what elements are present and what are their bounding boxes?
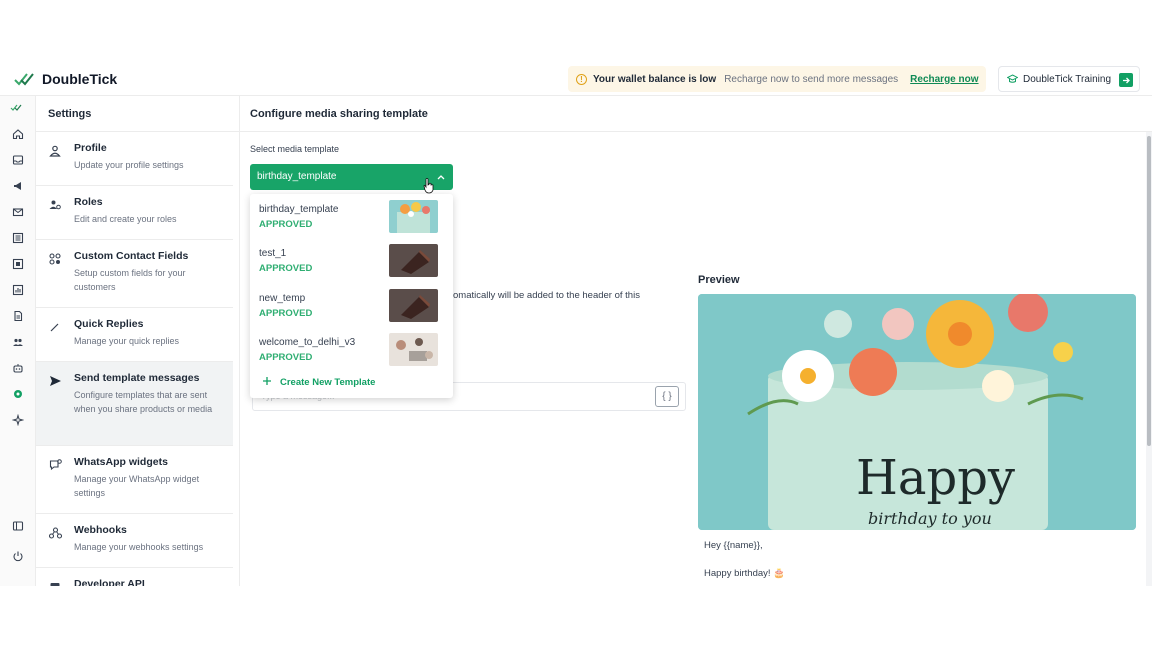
- settings-item-label: WhatsApp widgets: [74, 456, 168, 468]
- person-icon: [48, 144, 62, 158]
- template-option-birthday-template[interactable]: birthday_template APPROVED: [250, 194, 453, 238]
- settings-item-webhooks[interactable]: Webhooks Manage your webhooks settings: [36, 514, 233, 568]
- qr-icon[interactable]: [10, 256, 26, 272]
- preview-image-birthday-card: Happy birthday to you: [698, 294, 1136, 530]
- template-option-status: APPROVED: [259, 352, 313, 363]
- settings-item-desc: Configure templates that are sent when y…: [74, 390, 213, 414]
- settings-item-label: Roles: [74, 196, 103, 208]
- wallet-message: Recharge now to send more messages: [724, 73, 899, 85]
- team-icon[interactable]: [10, 334, 26, 350]
- brand-name: DoubleTick: [42, 71, 118, 87]
- settings-item-label: Profile: [74, 142, 107, 154]
- template-option-name: welcome_to_delhi_v3: [259, 337, 356, 348]
- training-button[interactable]: DoubleTick Training: [998, 66, 1140, 92]
- settings-title: Settings: [36, 96, 239, 132]
- plus-icon: [262, 376, 272, 389]
- template-option-name: new_temp: [259, 293, 306, 304]
- send-icon: [48, 374, 62, 388]
- wallet-banner: ! Your wallet balance is low Recharge no…: [568, 66, 986, 92]
- template-option-name: birthday_template: [259, 204, 339, 215]
- settings-item-desc: Update your profile settings: [74, 160, 184, 170]
- scrollbar-thumb[interactable]: [1147, 136, 1151, 446]
- template-thumbnail-cake: [389, 244, 438, 277]
- create-new-template-label: Create New Template: [280, 377, 376, 388]
- settings-item-custom-contact-fields[interactable]: Custom Contact Fields Setup custom field…: [36, 240, 233, 308]
- app-window: DoubleTick ! Your wallet balance is low …: [0, 62, 1152, 586]
- settings-item-desc: Manage your quick replies: [74, 336, 180, 346]
- template-thumbnail-cake: [389, 289, 438, 322]
- template-thumbnail-delhi: [389, 333, 438, 366]
- template-option-status: APPROVED: [259, 308, 313, 319]
- settings-item-desc: Manage your webhooks settings: [74, 542, 204, 552]
- selected-template-value: birthday_template: [257, 171, 337, 182]
- create-new-template-button[interactable]: Create New Template: [262, 376, 375, 389]
- template-option-test-1[interactable]: test_1 APPROVED: [250, 238, 453, 282]
- graduation-cap-icon: [1007, 74, 1018, 84]
- settings-item-whatsapp-widgets[interactable]: WhatsApp widgets Manage your WhatsApp wi…: [36, 446, 233, 514]
- api-icon: [48, 580, 62, 586]
- insert-variable-button[interactable]: { }: [655, 386, 679, 407]
- template-option-status: APPROVED: [259, 263, 313, 274]
- settings-item-desc: Setup custom fields for your customers: [74, 268, 186, 292]
- training-label: DoubleTick Training: [1023, 73, 1112, 85]
- home-icon[interactable]: [10, 126, 26, 142]
- settings-sidebar: Settings Profile Update your profile set…: [36, 96, 240, 586]
- chevron-up-icon: [437, 172, 445, 183]
- custom-fields-icon: [48, 252, 62, 266]
- settings-item-desc: Edit and create your roles: [74, 214, 177, 224]
- recharge-now-link[interactable]: Recharge now: [910, 74, 978, 85]
- select-template-label: Select media template: [250, 144, 340, 154]
- megaphone-icon[interactable]: [10, 178, 26, 194]
- settings-item-label: Developer API: [74, 578, 145, 586]
- catalog-icon[interactable]: [10, 230, 26, 246]
- template-option-name: test_1: [259, 248, 287, 259]
- power-icon[interactable]: [10, 548, 26, 564]
- integrations-icon[interactable]: [10, 412, 26, 428]
- template-option-new-temp[interactable]: new_temp APPROVED: [250, 283, 453, 327]
- main-panel: Configure media sharing template Select …: [240, 96, 1152, 586]
- settings-item-desc: Manage your WhatsApp widget settings: [74, 474, 200, 498]
- wallet-title: Your wallet balance is low: [593, 73, 717, 85]
- inbox-icon[interactable]: [10, 152, 26, 168]
- settings-item-label: Send template messages: [74, 372, 200, 384]
- doubletick-logo-icon: [14, 69, 34, 89]
- top-header: DoubleTick ! Your wallet balance is low …: [0, 62, 1152, 96]
- bot-icon[interactable]: [10, 360, 26, 376]
- warning-icon: !: [576, 73, 587, 85]
- preview-image-happy-text: Happy: [856, 450, 1015, 506]
- settings-item-quick-replies[interactable]: Quick Replies Manage your quick replies: [36, 308, 233, 362]
- settings-item-developer-api[interactable]: Developer API: [36, 568, 233, 586]
- mini-logo-icon: [8, 104, 28, 114]
- settings-item-roles[interactable]: Roles Edit and create your roles: [36, 186, 233, 240]
- roles-icon: [48, 198, 62, 212]
- collapse-icon[interactable]: [10, 518, 26, 534]
- webhook-icon: [48, 526, 62, 540]
- mouse-pointer-icon: [423, 178, 435, 199]
- header-info-text: omatically will be added to the header o…: [453, 290, 640, 301]
- settings-item-send-template-messages[interactable]: Send template messages Configure templat…: [36, 362, 233, 446]
- chart-icon[interactable]: [10, 282, 26, 298]
- main-scrollbar[interactable]: [1146, 132, 1152, 586]
- brand[interactable]: DoubleTick: [14, 69, 117, 89]
- template-dropdown: birthday_template APPROVED test_1 APPROV…: [250, 194, 453, 398]
- template-option-status: APPROVED: [259, 219, 313, 230]
- document-icon[interactable]: [10, 308, 26, 324]
- preview-label: Preview: [698, 274, 740, 286]
- settings-item-profile[interactable]: Profile Update your profile settings: [36, 132, 233, 186]
- settings-item-label: Custom Contact Fields: [74, 250, 189, 262]
- settings-item-label: Quick Replies: [74, 318, 144, 330]
- preview-message-line: Hey {{name}},: [704, 540, 763, 551]
- icon-rail: [0, 96, 36, 586]
- arrow-right-icon: [1119, 73, 1133, 87]
- settings-item-label: Webhooks: [74, 524, 127, 536]
- pencil-icon: [48, 320, 62, 334]
- template-option-welcome-to-delhi-v3[interactable]: welcome_to_delhi_v3 APPROVED: [250, 327, 453, 371]
- template-thumbnail-flowers: [389, 200, 438, 233]
- page-title: Configure media sharing template: [240, 96, 1152, 132]
- preview-message-line: Happy birthday! 🎂: [704, 568, 786, 579]
- widget-icon: [48, 458, 62, 472]
- settings-gear-icon[interactable]: [10, 386, 26, 402]
- preview-image-subtext: birthday to you: [868, 509, 992, 528]
- mail-icon[interactable]: [10, 204, 26, 220]
